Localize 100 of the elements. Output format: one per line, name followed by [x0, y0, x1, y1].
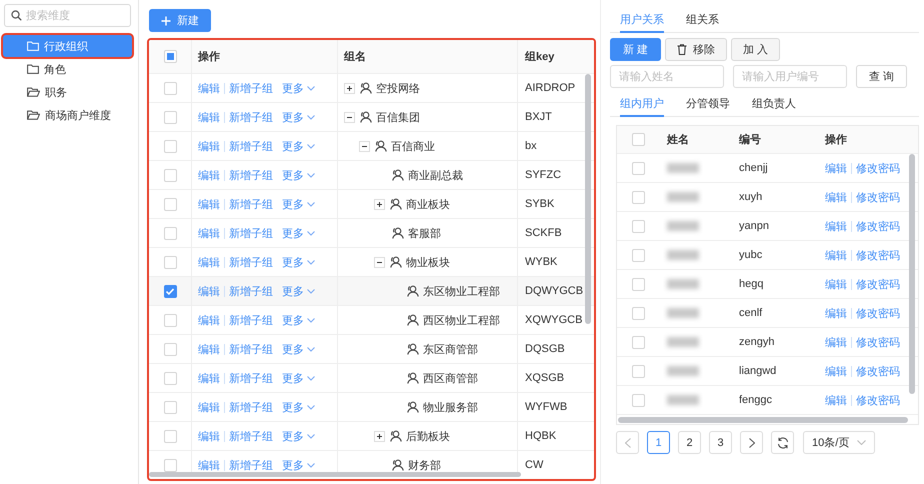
user-icon	[389, 430, 402, 442]
collapse-toggle[interactable]	[374, 256, 385, 268]
more-dropdown[interactable]: 更多	[282, 110, 315, 124]
more-dropdown[interactable]: 更多	[282, 342, 315, 356]
link[interactable]: 编辑	[198, 168, 220, 182]
tab[interactable]: 分管领导	[686, 94, 730, 117]
user-icon	[406, 372, 419, 384]
link[interactable]: 修改密码	[856, 190, 900, 204]
link[interactable]: 新增子组	[229, 196, 273, 212]
query-button[interactable]: 查 询	[856, 65, 908, 88]
remove-button[interactable]: 移除	[665, 38, 728, 61]
link[interactable]: 编辑	[825, 248, 847, 262]
link[interactable]: 编辑	[198, 80, 220, 96]
expand-toggle[interactable]	[374, 430, 385, 442]
link[interactable]: 新增子组	[229, 370, 273, 386]
link[interactable]: 新增子组	[229, 254, 273, 270]
link[interactable]: 编辑	[825, 276, 847, 292]
link[interactable]: 编辑	[198, 196, 220, 212]
link[interactable]: 编辑	[198, 254, 220, 270]
collapse-toggle[interactable]	[359, 140, 370, 152]
more-dropdown[interactable]: 更多	[282, 284, 315, 298]
link[interactable]: 编辑	[825, 218, 847, 234]
link[interactable]: 编辑	[198, 312, 220, 328]
search-field[interactable]: 搜索维度	[4, 4, 131, 27]
input-field[interactable]: 请输入用户编号	[733, 65, 847, 88]
previous-page-button[interactable]	[616, 431, 639, 454]
link[interactable]: 编辑	[825, 364, 847, 378]
link[interactable]: 编辑	[198, 400, 220, 414]
more-dropdown[interactable]: 更多	[282, 80, 315, 96]
more-dropdown[interactable]: 更多	[282, 168, 315, 182]
page-button[interactable]: 3	[709, 431, 732, 454]
link[interactable]: 新增子组	[229, 226, 273, 240]
more-dropdown[interactable]: 更多	[282, 312, 315, 328]
scrollbar[interactable]	[585, 74, 591, 324]
more-dropdown[interactable]: 更多	[282, 400, 315, 414]
link[interactable]: 编辑	[198, 458, 220, 472]
link[interactable]: 编辑	[198, 342, 220, 356]
link[interactable]: 新增子组	[229, 312, 273, 328]
link[interactable]: 修改密码	[856, 248, 900, 262]
link[interactable]: 编辑	[825, 190, 847, 204]
scrollbar[interactable]	[618, 417, 908, 423]
link[interactable]: 编辑	[198, 138, 220, 154]
link[interactable]: 编辑	[825, 334, 847, 350]
link[interactable]: 修改密码	[856, 334, 900, 350]
sidebar-item[interactable]: 角色	[3, 58, 132, 80]
more-dropdown[interactable]: 更多	[282, 458, 315, 472]
group-name: 财务部	[408, 458, 441, 472]
scrollbar[interactable]	[149, 472, 521, 477]
sidebar-item[interactable]: 职务	[3, 81, 132, 103]
chevron-down-icon	[307, 376, 315, 380]
more-dropdown[interactable]: 更多	[282, 428, 315, 444]
page-button[interactable]: 2	[678, 431, 701, 454]
tab[interactable]: 用户关系	[620, 10, 664, 33]
link[interactable]: 修改密码	[856, 276, 900, 292]
link[interactable]: 修改密码	[856, 160, 900, 176]
link[interactable]: 新增子组	[229, 138, 273, 154]
link[interactable]: 编辑	[198, 284, 220, 298]
link[interactable]: 新增子组	[229, 168, 273, 182]
link[interactable]: 新增子组	[229, 458, 273, 472]
checkbox[interactable]	[164, 284, 176, 298]
more-dropdown[interactable]: 更多	[282, 254, 315, 270]
link[interactable]: 新增子组	[229, 80, 273, 96]
link[interactable]: 修改密码	[856, 218, 900, 234]
expand-toggle[interactable]	[344, 82, 355, 94]
link[interactable]: 编辑	[198, 370, 220, 386]
more-dropdown[interactable]: 更多	[282, 226, 315, 240]
new-button[interactable]: 新建	[149, 9, 211, 32]
tab[interactable]: 组内用户	[620, 94, 664, 117]
link[interactable]: 编辑	[198, 226, 220, 240]
link[interactable]: 编辑	[198, 428, 220, 444]
table-cell: AIRDROP	[525, 82, 576, 94]
link[interactable]: 新增子组	[229, 110, 273, 124]
collapse-toggle[interactable]	[344, 112, 355, 122]
sidebar-item[interactable]: 商场商户维度	[3, 104, 132, 126]
link[interactable]: 编辑	[198, 110, 220, 124]
refresh-button[interactable]	[771, 431, 794, 454]
more-dropdown[interactable]: 更多	[282, 370, 315, 386]
link[interactable]: 新增子组	[229, 284, 273, 298]
input-field[interactable]: 请输入姓名	[610, 65, 724, 88]
link[interactable]: 修改密码	[856, 392, 900, 408]
tab[interactable]: 组关系	[686, 10, 719, 33]
sidebar-item[interactable]: 行政组织	[3, 35, 132, 57]
link[interactable]: 新增子组	[229, 342, 273, 356]
link[interactable]: 编辑	[825, 392, 847, 408]
next-page-button[interactable]	[740, 431, 763, 454]
link[interactable]: 修改密码	[856, 306, 900, 320]
link[interactable]: 修改密码	[856, 364, 900, 378]
scrollbar[interactable]	[909, 154, 915, 394]
page-button[interactable]: 1	[647, 431, 670, 454]
tab[interactable]: 组负责人	[752, 94, 796, 117]
link[interactable]: 编辑	[825, 306, 847, 320]
page-size-select[interactable]: 10条/页	[803, 431, 875, 454]
more-dropdown[interactable]: 更多	[282, 138, 315, 154]
new-button[interactable]: 新 建	[610, 38, 662, 61]
link[interactable]: 新增子组	[229, 428, 273, 444]
more-dropdown[interactable]: 更多	[282, 196, 315, 212]
expand-toggle[interactable]	[374, 198, 385, 210]
link[interactable]: 编辑	[825, 160, 847, 176]
link[interactable]: 新增子组	[229, 400, 273, 414]
join-button[interactable]: 加 入	[731, 38, 780, 61]
